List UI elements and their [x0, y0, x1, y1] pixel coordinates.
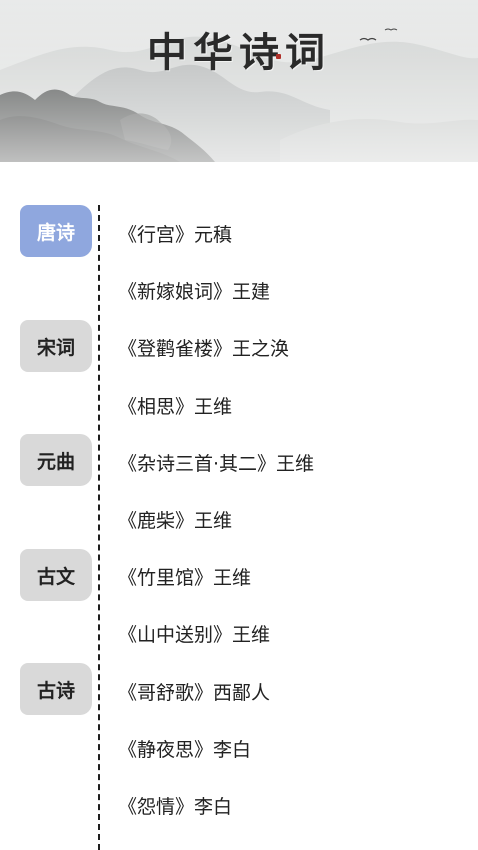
- poem-list-item[interactable]: 《鹿柴》王维: [118, 491, 468, 548]
- poem-list-item[interactable]: 《杂诗三首·其二》王维: [118, 434, 468, 491]
- header-banner: 中华诗词: [0, 0, 478, 162]
- poem-list-item[interactable]: 《新嫁娘词》王建: [118, 262, 468, 319]
- seal-mark: [276, 54, 281, 59]
- poem-list-item[interactable]: 《山中送别》王维: [118, 605, 468, 662]
- poem-list-item[interactable]: 《竹里馆》王维: [118, 548, 468, 605]
- poem-list-item[interactable]: 《相思》王维: [118, 377, 468, 434]
- category-tab-song-ci[interactable]: 宋词: [20, 320, 92, 372]
- category-tab-tang-poetry[interactable]: 唐诗: [20, 205, 92, 257]
- dashed-divider: [98, 205, 100, 850]
- category-tab-yuan-qu[interactable]: 元曲: [20, 434, 92, 486]
- poem-list: 《行宫》元稹 《新嫁娘词》王建 《登鹳雀楼》王之涣 《相思》王维 《杂诗三首·其…: [118, 205, 468, 834]
- poem-list-item[interactable]: 《行宫》元稹: [118, 205, 468, 262]
- poetry-app: 中华诗词 唐诗 宋词 元曲 古文 古诗 《行宫》元稹 《新嫁娘词》王建 《登鹳雀…: [0, 0, 478, 850]
- app-title: 中华诗词: [147, 29, 331, 76]
- poem-list-item[interactable]: 《登鹳雀楼》王之涣: [118, 319, 468, 376]
- category-tab-classical-prose[interactable]: 古文: [20, 549, 92, 601]
- poem-list-item[interactable]: 《静夜思》李白: [118, 720, 468, 777]
- poem-list-item[interactable]: 《怨情》李白: [118, 777, 468, 834]
- category-sidebar: 唐诗 宋词 元曲 古文 古诗: [0, 162, 98, 850]
- poem-list-item[interactable]: 《哥舒歌》西鄙人: [118, 663, 468, 720]
- category-tab-ancient-poetry[interactable]: 古诗: [20, 663, 92, 715]
